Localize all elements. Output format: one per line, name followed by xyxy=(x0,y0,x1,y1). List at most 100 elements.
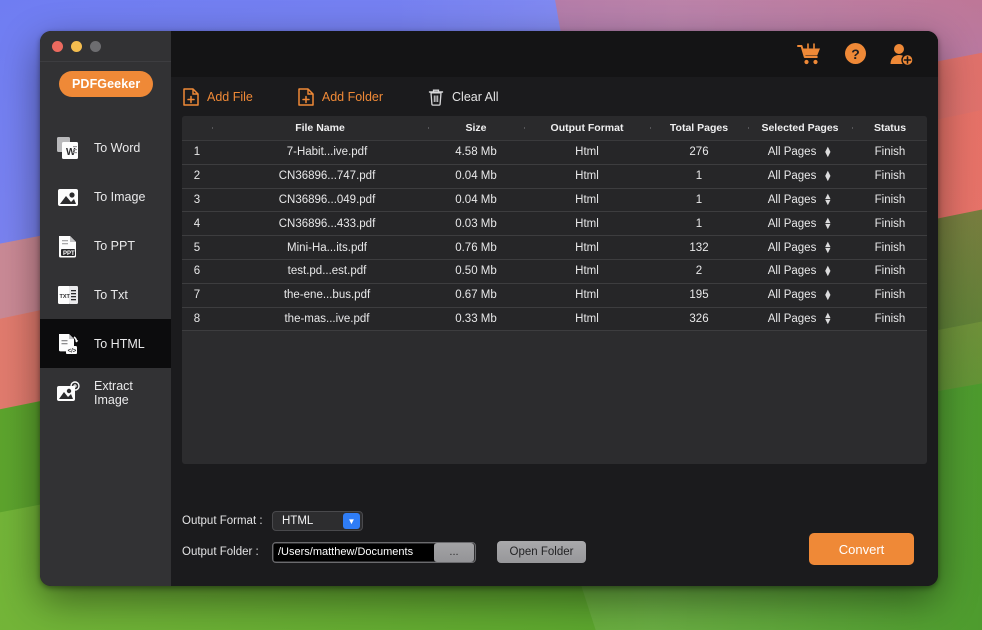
table-row[interactable]: 5 Mini-Ha...its.pdf 0.76 Mb Html 132 All… xyxy=(182,236,927,260)
add-file-icon xyxy=(183,87,199,106)
row-index: 5 xyxy=(193,241,201,254)
account-add-icon[interactable] xyxy=(889,42,914,67)
table-row[interactable]: 7 the-ene...bus.pdf 0.67 Mb Html 195 All… xyxy=(182,283,927,308)
row-file-name: Mini-Ha...its.pdf xyxy=(287,241,367,254)
row-output-format: Html xyxy=(575,170,599,183)
stepper-icon[interactable]: ▲ ▼ xyxy=(823,144,832,159)
row-size: 0.67 Mb xyxy=(455,289,497,302)
row-output-format: Html xyxy=(575,289,599,302)
add-file-button[interactable]: Add File xyxy=(183,87,253,106)
row-total-pages: 1 xyxy=(695,193,703,206)
row-size: 0.76 Mb xyxy=(455,241,497,254)
zoom-button[interactable] xyxy=(90,40,101,52)
row-selected-pages-value: All Pages xyxy=(767,170,817,183)
add-folder-icon xyxy=(298,87,314,106)
stepper-icon[interactable]: ▲ ▼ xyxy=(823,263,832,278)
row-output-format: Html xyxy=(575,193,599,206)
help-icon[interactable]: ? xyxy=(843,42,868,67)
col-header-size[interactable]: Size xyxy=(428,122,524,134)
convert-button[interactable]: Convert xyxy=(809,533,914,565)
row-index: 2 xyxy=(193,170,201,183)
chevron-down-icon[interactable]: ▼ xyxy=(343,513,360,529)
row-size: 0.50 Mb xyxy=(455,265,497,278)
row-selected-pages-stepper[interactable]: All Pages ▲ ▼ xyxy=(748,239,852,254)
row-selected-pages-stepper[interactable]: All Pages ▲ ▼ xyxy=(748,263,852,278)
row-selected-pages-stepper[interactable]: All Pages ▲ ▼ xyxy=(748,192,852,207)
row-size: 0.33 Mb xyxy=(455,312,497,325)
browse-button[interactable]: ... xyxy=(434,542,474,562)
add-folder-button[interactable]: Add Folder xyxy=(298,87,383,106)
table-row[interactable]: 1 7-Habit...ive.pdf 4.58 Mb Html 276 All… xyxy=(182,141,927,165)
col-header-selected-pages[interactable]: Selected Pages xyxy=(748,122,852,134)
output-format-select[interactable]: HTML ▼ xyxy=(272,511,363,531)
row-index: 6 xyxy=(193,265,201,278)
table-header-row: File Name Size Output Format Total Pages… xyxy=(182,116,927,141)
sidebar-item-label: To Image xyxy=(94,189,146,204)
image-icon xyxy=(54,183,81,210)
sidebar-item-label: Extract Image xyxy=(94,378,133,407)
row-file-name: the-mas...ive.pdf xyxy=(284,312,370,325)
sidebar-item-to-html[interactable]: </> To HTML xyxy=(40,319,171,368)
row-status: Finish xyxy=(874,170,906,183)
row-output-format: Html xyxy=(575,217,599,230)
table-row[interactable]: 6 test.pd...est.pdf 0.50 Mb Html 2 All P… xyxy=(182,259,927,284)
sidebar-nav: W To Word To Image PPT To PPT TXT To Txt… xyxy=(40,123,171,417)
stepper-icon[interactable]: ▲ ▼ xyxy=(823,216,832,231)
stepper-icon[interactable]: ▲ ▼ xyxy=(823,192,832,207)
col-header-total-pages[interactable]: Total Pages xyxy=(650,122,748,134)
table-row[interactable]: 2 CN36896...747.pdf 0.04 Mb Html 1 All P… xyxy=(182,164,927,189)
sidebar-item-to-word[interactable]: W To Word xyxy=(40,123,171,172)
row-selected-pages-stepper[interactable]: All Pages ▲ ▼ xyxy=(748,168,852,183)
row-total-pages: 2 xyxy=(695,265,703,278)
sidebar-item-extract-image[interactable]: Extract Image xyxy=(40,368,171,417)
sidebar-item-to-txt[interactable]: TXT To Txt xyxy=(40,270,171,319)
sidebar-item-label: To Txt xyxy=(94,287,128,302)
row-status: Finish xyxy=(874,193,906,206)
row-size: 0.03 Mb xyxy=(455,217,497,230)
row-selected-pages-stepper[interactable]: All Pages ▲ ▼ xyxy=(748,311,852,326)
html-doc-icon: </> xyxy=(54,330,81,357)
bottom-controls: Output Format : HTML ▼ Output Folder : /… xyxy=(171,464,938,586)
svg-text:</>: </> xyxy=(67,348,76,354)
col-header-output-format[interactable]: Output Format xyxy=(524,122,650,134)
stepper-icon[interactable]: ▲ ▼ xyxy=(823,239,832,254)
stepper-icon[interactable]: ▲ ▼ xyxy=(823,168,832,183)
sidebar-item-label: To PPT xyxy=(94,238,135,253)
row-selected-pages-value: All Pages xyxy=(767,265,817,278)
clear-all-button[interactable]: Clear All xyxy=(428,88,499,106)
row-selected-pages-value: All Pages xyxy=(767,217,817,230)
row-status: Finish xyxy=(874,289,906,302)
row-file-name: CN36896...433.pdf xyxy=(278,217,376,230)
table-body: 1 7-Habit...ive.pdf 4.58 Mb Html 276 All… xyxy=(182,141,927,464)
row-status: Finish xyxy=(874,146,906,159)
row-size: 0.04 Mb xyxy=(455,170,497,183)
row-selected-pages-stepper[interactable]: All Pages ▲ ▼ xyxy=(748,287,852,302)
col-header-status[interactable]: Status xyxy=(852,122,927,134)
cart-icon[interactable] xyxy=(797,42,822,66)
output-folder-row: Output Folder : /Users/matthew/Documents… xyxy=(182,541,586,563)
row-selected-pages-stepper[interactable]: All Pages ▲ ▼ xyxy=(748,216,852,231)
output-folder-input[interactable]: /Users/matthew/Documents xyxy=(274,543,434,561)
window-titlebar xyxy=(40,31,171,62)
output-folder-field[interactable]: /Users/matthew/Documents ... xyxy=(272,541,476,563)
row-selected-pages-stepper[interactable]: All Pages ▲ ▼ xyxy=(748,144,852,159)
table-row[interactable]: 4 CN36896...433.pdf 0.03 Mb Html 1 All P… xyxy=(182,212,927,237)
table-row[interactable]: 3 CN36896...049.pdf 0.04 Mb Html 1 All P… xyxy=(182,188,927,213)
minimize-button[interactable] xyxy=(71,40,82,52)
col-header-file-name[interactable]: File Name xyxy=(212,122,428,134)
svg-text:PPT: PPT xyxy=(63,251,75,257)
stepper-icon[interactable]: ▲ ▼ xyxy=(823,287,832,302)
stepper-icon[interactable]: ▲ ▼ xyxy=(823,311,832,326)
open-folder-button[interactable]: Open Folder xyxy=(497,541,586,563)
row-total-pages: 195 xyxy=(689,289,709,302)
row-total-pages: 1 xyxy=(695,170,703,183)
sidebar-item-to-ppt[interactable]: PPT To PPT xyxy=(40,221,171,270)
main-content: ? Add File Add Folder Clear All File Nam… xyxy=(171,31,938,586)
row-index: 3 xyxy=(193,193,201,206)
row-file-name: CN36896...049.pdf xyxy=(278,193,376,206)
sidebar-item-to-image[interactable]: To Image xyxy=(40,172,171,221)
close-button[interactable] xyxy=(52,40,63,52)
sidebar-item-label: To Word xyxy=(94,140,141,155)
table-row[interactable]: 8 the-mas...ive.pdf 0.33 Mb Html 326 All… xyxy=(182,307,927,332)
row-size: 0.04 Mb xyxy=(455,193,497,206)
